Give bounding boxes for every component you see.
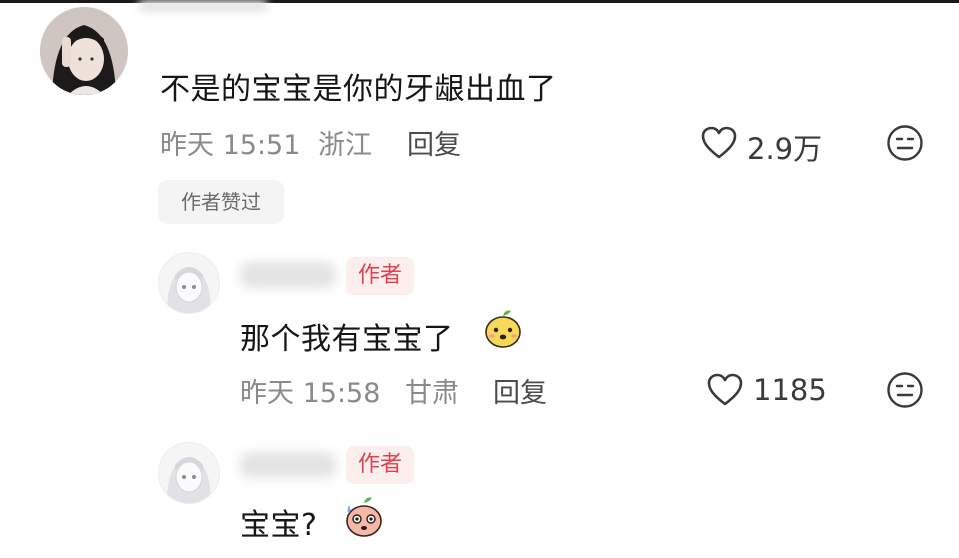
mango-face-emoji-icon bbox=[482, 308, 524, 350]
comment-timestamp: 昨天 15:51 bbox=[160, 130, 301, 161]
reply-timestamp: 昨天 15:58 bbox=[240, 378, 381, 409]
comment-location: 浙江 bbox=[318, 130, 372, 161]
author-badge: 作者 bbox=[346, 446, 415, 484]
avatar[interactable] bbox=[40, 7, 128, 95]
reply-text: 那个我有宝宝了 bbox=[240, 322, 454, 357]
comment-section: 不是的宝宝是你的牙龈出血了 昨天 15:51 浙江 回复 2.9万 作者赞过 作… bbox=[0, 0, 959, 558]
comment-text: 不是的宝宝是你的牙龈出血了 bbox=[160, 72, 557, 107]
reply-button[interactable]: 回复 bbox=[493, 371, 547, 410]
sweating-face-emoji-icon bbox=[342, 495, 386, 539]
username-blurred bbox=[240, 452, 336, 478]
like-count: 1185 bbox=[753, 373, 827, 407]
meh-face-icon[interactable] bbox=[886, 124, 924, 162]
meh-face-icon[interactable] bbox=[886, 371, 924, 409]
like-count: 2.9万 bbox=[747, 132, 823, 166]
reply-location: 甘肃 bbox=[405, 378, 459, 409]
blurred-header bbox=[138, 0, 268, 12]
author-liked-tag: 作者赞过 bbox=[158, 180, 284, 224]
heart-outline-icon[interactable] bbox=[707, 373, 743, 407]
avatar[interactable] bbox=[158, 442, 220, 504]
author-badge: 作者 bbox=[346, 257, 415, 295]
heart-outline-icon[interactable] bbox=[701, 126, 737, 160]
reply-text: 宝宝? bbox=[240, 508, 318, 543]
username-blurred bbox=[240, 262, 336, 288]
reply-button[interactable]: 回复 bbox=[407, 123, 461, 162]
avatar[interactable] bbox=[158, 252, 220, 314]
